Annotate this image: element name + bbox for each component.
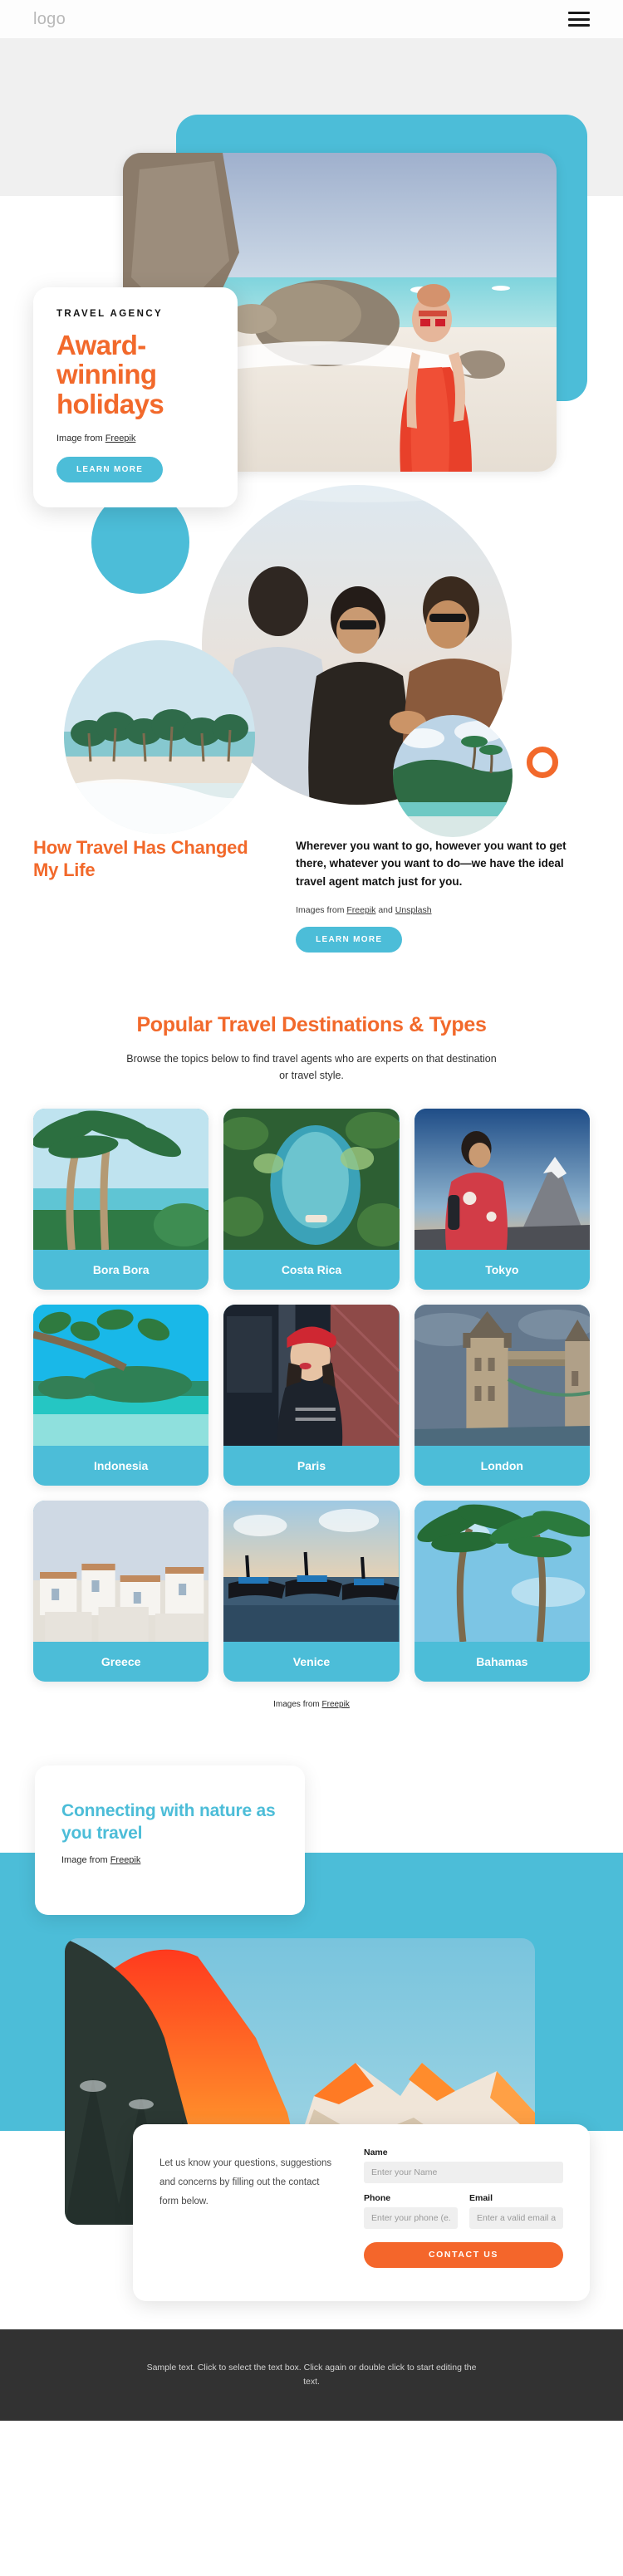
destination-card-image [223, 1108, 400, 1250]
page-root: logo TRAVEL AGENCY Award-winning holiday… [0, 0, 623, 2421]
site-footer: Sample text. Click to select the text bo… [0, 2329, 623, 2421]
email-field-group: Email [469, 2193, 563, 2229]
name-input[interactable] [364, 2161, 563, 2183]
phone-field-group: Phone [364, 2193, 458, 2229]
destination-card-image [33, 1304, 209, 1446]
destination-card-label: Paris [297, 1458, 326, 1472]
destinations-title: Popular Travel Destinations & Types [136, 1012, 487, 1036]
destination-card-london[interactable]: London [414, 1304, 590, 1486]
jungle-lagoon-illustration [223, 1108, 400, 1250]
hero-credit-link[interactable]: Freepik [105, 433, 136, 443]
story-credit-link-freepik[interactable]: Freepik [346, 905, 375, 915]
email-label: Email [469, 2192, 493, 2203]
destination-card-label: London [480, 1458, 523, 1472]
story-credit-link-unsplash[interactable]: Unsplash [395, 905, 432, 915]
phone-label: Phone [364, 2192, 391, 2203]
hero-image-credit: Image from Freepik [56, 433, 214, 443]
destination-card-tokyo[interactable]: Tokyo [414, 1108, 590, 1290]
story-image-credit: Images from Freepik and Unsplash [296, 905, 590, 915]
nature-image-credit: Image from Freepik [61, 1855, 280, 1865]
hero-text-card: TRAVEL AGENCY Award-winning holidays Ima… [33, 287, 238, 507]
hamburger-menu-icon[interactable] [568, 12, 590, 27]
destinations-image-credit: Images from Freepik [33, 1700, 590, 1709]
story-right-column: Wherever you want to go, however you wan… [296, 837, 590, 953]
palm-trees-blue-sky-illustration [414, 1500, 590, 1642]
site-header: logo [0, 0, 623, 38]
destinations-subtitle: Browse the topics below to find travel a… [126, 1052, 497, 1081]
story-title: How Travel Has Changed My Life [33, 837, 248, 880]
destination-card-image [414, 1108, 590, 1250]
nature-title: Connecting with nature as you travel [61, 1800, 276, 1843]
circles-collage [0, 470, 623, 837]
island-branch-illustration [33, 1304, 209, 1446]
contact-form-panel: Let us know your questions, suggestions … [133, 2123, 590, 2301]
destination-card-label: Bahamas [476, 1654, 528, 1668]
venice-gondolas-illustration [223, 1500, 400, 1642]
destination-card-bora-bora[interactable]: Bora Bora [33, 1108, 209, 1290]
story-credit-middle: and [375, 904, 395, 915]
destination-card-label: Tokyo [485, 1262, 519, 1276]
nature-credit-prefix: Image from [61, 1854, 110, 1865]
hero-title: Award-winning holidays [56, 330, 164, 419]
collage-photo-left [64, 640, 255, 834]
destinations-section: Popular Travel Destinations & Types Brow… [0, 953, 623, 1709]
destination-card-label: Venice [292, 1654, 331, 1668]
woman-red-beret-illustration [223, 1304, 400, 1446]
kimono-fuji-illustration [414, 1108, 590, 1250]
contact-form: Name Phone Email CONTACT US [364, 2147, 563, 2268]
destination-card-image [223, 1500, 400, 1642]
santorini-village-illustration [33, 1500, 209, 1642]
destination-card-paris[interactable]: Paris [223, 1304, 400, 1486]
destinations-credit-prefix: Images from [273, 1699, 322, 1709]
phone-input[interactable] [364, 2206, 458, 2229]
nature-credit-link[interactable]: Freepik [110, 1855, 141, 1865]
story-left-column: How Travel Has Changed My Life [33, 837, 269, 953]
destination-card-label: Costa Rica [281, 1262, 342, 1276]
contact-blurb: Let us know your questions, suggestions … [159, 2157, 332, 2206]
destination-card-image [414, 1500, 590, 1642]
hero-learn-more-button[interactable]: LEARN MORE [56, 456, 164, 482]
story-learn-more-button[interactable]: LEARN MORE [296, 926, 403, 953]
destinations-credit-link[interactable]: Freepik [322, 1700, 350, 1709]
palm-trees-turquoise-sea-illustration [33, 1108, 209, 1250]
destination-card-image [33, 1500, 209, 1642]
story-credit-prefix: Images from [296, 904, 347, 915]
destination-card-image [33, 1108, 209, 1250]
footer-sample-text[interactable]: Sample text. Click to select the text bo… [141, 2361, 482, 2390]
site-logo[interactable]: logo [33, 10, 66, 29]
destination-card-costa-rica[interactable]: Costa Rica [223, 1108, 400, 1290]
hero-eyebrow: TRAVEL AGENCY [56, 309, 164, 319]
collage-photo-small [393, 715, 513, 837]
nature-text-card: Connecting with nature as you travel Ima… [35, 1765, 305, 1915]
destinations-grid: Bora Bora Costa Rica Tokyo Indonesia Par… [33, 1108, 590, 1682]
palm-island-illustration [64, 640, 255, 834]
destination-card-image [223, 1304, 400, 1446]
name-label: Name [364, 2147, 388, 2157]
destination-card-image [414, 1304, 590, 1446]
story-lead-text: Wherever you want to go, however you wan… [296, 840, 567, 888]
tropical-lagoon-illustration [393, 715, 513, 837]
destination-card-bahamas[interactable]: Bahamas [414, 1500, 590, 1682]
destination-card-greece[interactable]: Greece [33, 1500, 209, 1682]
hero-section: TRAVEL AGENCY Award-winning holidays Ima… [0, 38, 623, 507]
destination-card-venice[interactable]: Venice [223, 1500, 400, 1682]
destination-card-label: Indonesia [93, 1458, 149, 1472]
destination-card-label: Greece [101, 1654, 141, 1668]
destination-card-label: Bora Bora [92, 1262, 150, 1276]
decorative-orange-ring [527, 747, 558, 778]
email-input[interactable] [469, 2206, 563, 2229]
destination-card-indonesia[interactable]: Indonesia [33, 1304, 209, 1486]
contact-us-button[interactable]: CONTACT US [364, 2241, 563, 2268]
story-section: How Travel Has Changed My Life Wherever … [0, 819, 623, 953]
contact-form-row: Phone Email [364, 2193, 563, 2229]
hero-credit-prefix: Image from [56, 433, 105, 443]
tower-bridge-illustration [414, 1304, 590, 1446]
